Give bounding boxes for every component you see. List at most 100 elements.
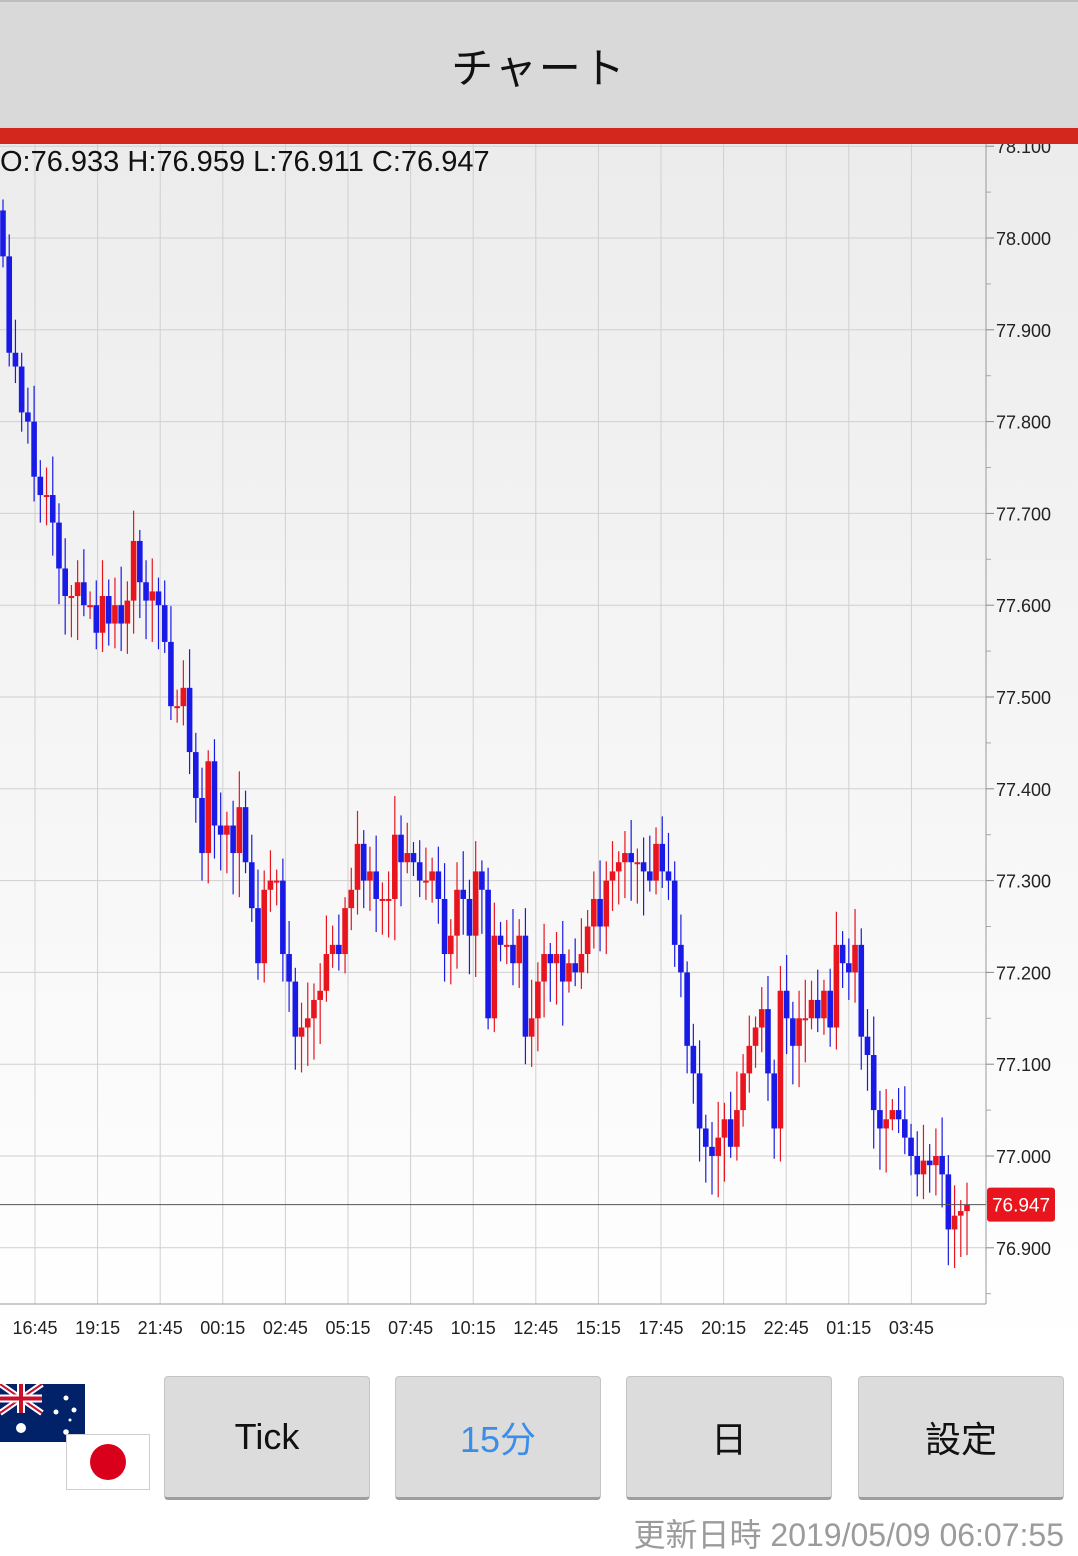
candle-body xyxy=(690,1045,697,1074)
candle-body xyxy=(37,476,44,496)
candle-body xyxy=(398,834,404,863)
candle-body xyxy=(771,1073,777,1129)
candle-body xyxy=(553,954,560,964)
candle-body xyxy=(329,944,336,955)
update-label: 更新日時 xyxy=(633,1517,762,1553)
candle-body xyxy=(777,990,784,1129)
candlestick-chart[interactable]: 76.900 77.000 77.100 77.200 77.300 77.400 77.5… xyxy=(0,144,1078,1354)
ohlc-readout: O:76.933 H:76.959 L:76.911 C:76.947 xyxy=(0,146,490,178)
candle-body xyxy=(81,582,87,606)
candle-body xyxy=(25,412,31,422)
candle-body xyxy=(336,944,342,955)
candle-body xyxy=(472,871,479,936)
candle-body xyxy=(360,843,367,881)
x-tick-label: 03:45 xyxy=(889,1318,934,1338)
candle-body xyxy=(143,582,149,601)
candle-body xyxy=(727,1119,734,1147)
japan-flag-icon xyxy=(66,1434,150,1490)
header-accent-bar xyxy=(0,128,1078,144)
y-tick-label: 77.900 xyxy=(996,321,1051,341)
candle-body xyxy=(653,843,659,881)
candle-body xyxy=(292,981,299,1037)
candle-body xyxy=(833,944,840,1028)
y-tick-label: 77.000 xyxy=(996,1147,1051,1167)
candle-body xyxy=(112,605,118,624)
15min-button[interactable]: 15分 xyxy=(395,1376,601,1500)
candle-body xyxy=(348,889,355,909)
day-button[interactable]: 日 xyxy=(626,1376,832,1500)
candle-body xyxy=(957,1211,964,1216)
candle-body xyxy=(827,990,833,1028)
candle-body xyxy=(261,889,268,964)
candle-body xyxy=(684,972,690,1046)
candle-body xyxy=(584,926,591,955)
currency-pair-flags[interactable] xyxy=(0,1384,160,1494)
candle-body xyxy=(230,825,236,854)
y-tick-label: 77.500 xyxy=(996,688,1051,708)
candle-body xyxy=(280,880,286,955)
x-tick-label: 19:15 xyxy=(75,1318,120,1338)
y-tick-label: 77.200 xyxy=(996,963,1051,983)
update-time: 2019/05/09 06:07:55 xyxy=(770,1517,1064,1553)
candle-body xyxy=(622,853,628,863)
candle-body xyxy=(491,935,498,1019)
candle-body xyxy=(883,1119,889,1129)
candle-body xyxy=(304,1018,311,1028)
candle-body xyxy=(566,963,572,982)
candle-body xyxy=(839,944,846,964)
candle-body xyxy=(889,1110,896,1120)
candle-body xyxy=(180,687,187,707)
x-tick-label: 01:15 xyxy=(826,1318,871,1338)
x-tick-label: 15:15 xyxy=(576,1318,621,1338)
candle-body xyxy=(802,1018,809,1021)
tick-button[interactable]: Tick xyxy=(164,1376,370,1500)
candle-body xyxy=(846,963,852,973)
candle-body xyxy=(497,935,504,945)
candle-body xyxy=(211,761,218,826)
y-tick-label: 76.900 xyxy=(996,1239,1051,1259)
candle-body xyxy=(186,687,193,753)
candle-body xyxy=(752,1027,759,1046)
candle-body xyxy=(99,596,106,633)
candle-body xyxy=(43,495,50,498)
candle-body xyxy=(516,935,523,964)
candle-body xyxy=(783,990,790,1019)
page-title: チャート xyxy=(451,43,627,93)
x-tick-label: 22:45 xyxy=(764,1318,809,1338)
candle-body xyxy=(392,834,398,899)
candle-body xyxy=(485,889,491,1019)
candle-body xyxy=(161,605,168,642)
x-tick-label: 17:45 xyxy=(638,1318,683,1338)
candle-body xyxy=(510,944,516,964)
candle-body xyxy=(522,935,529,1037)
candle-body xyxy=(155,591,162,606)
candle-body xyxy=(435,871,442,899)
candle-body xyxy=(31,421,37,477)
settings-button[interactable]: 設定 xyxy=(858,1376,1064,1500)
candle-body xyxy=(168,641,174,707)
chart-area[interactable]: 76.900 77.000 77.100 77.200 77.300 77.400 77.5… xyxy=(0,144,1078,1354)
candle-body xyxy=(385,898,392,901)
candle-body xyxy=(130,540,137,601)
candle-body xyxy=(926,1160,933,1166)
candle-body xyxy=(902,1119,908,1138)
candle-body xyxy=(217,825,224,835)
candle-body xyxy=(149,591,156,601)
candle-body xyxy=(908,1137,914,1156)
y-tick-label: 77.400 xyxy=(996,780,1051,800)
candle-body xyxy=(174,706,180,709)
candle-body xyxy=(267,880,274,890)
candle-body xyxy=(379,898,386,901)
candle-body xyxy=(255,908,261,964)
candle-body xyxy=(945,1174,952,1230)
candle-body xyxy=(634,862,641,865)
candle-body xyxy=(895,1110,902,1120)
candle-body xyxy=(311,999,317,1019)
candle-body xyxy=(964,1204,970,1212)
candle-body xyxy=(715,1137,722,1156)
candle-body xyxy=(286,954,292,982)
candle-body xyxy=(709,1146,715,1156)
candle-body xyxy=(6,256,13,353)
candle-body xyxy=(659,843,666,872)
candle-body xyxy=(205,761,212,854)
